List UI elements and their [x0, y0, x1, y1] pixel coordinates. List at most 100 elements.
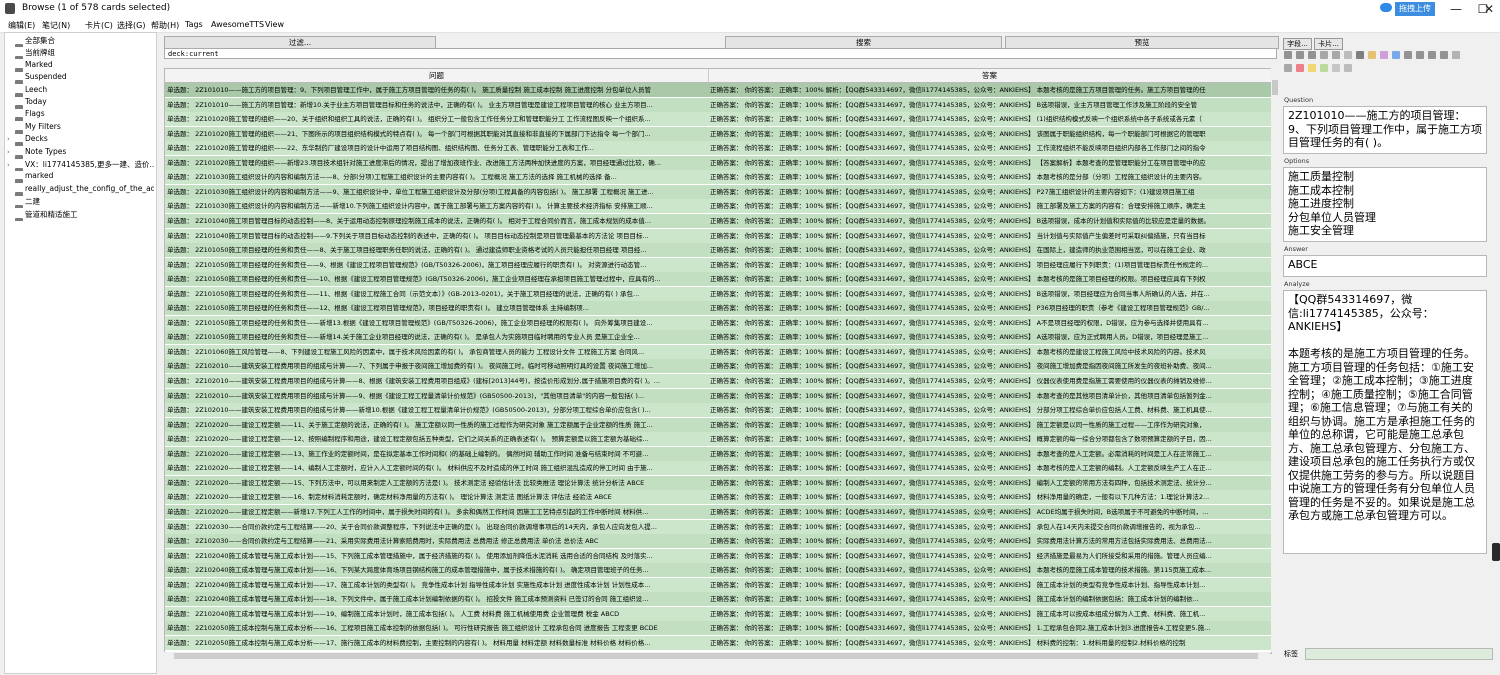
cards-button[interactable]: 卡片... [1314, 38, 1343, 50]
table-row[interactable]: 单选题： 2Z101040施工项目管理目标的动态控制——8、关于运用动态控制原理… [165, 213, 1271, 229]
eraser-icon[interactable] [1344, 51, 1352, 59]
sidebar-item[interactable]: heart-iconMy Filters [7, 122, 154, 134]
menu-tags[interactable]: Tags [185, 20, 203, 29]
menu-help[interactable]: 帮助(H) [151, 20, 179, 31]
italic-icon[interactable] [1296, 51, 1304, 59]
math-icon[interactable] [1428, 51, 1436, 59]
highlight-icon[interactable] [1368, 51, 1376, 59]
table-row[interactable]: 单选题： 2Z102020——建设工程定额——14、编制人工定额时，应计入人工定… [165, 461, 1271, 477]
table-row[interactable]: 单选题： 2Z101010——施工方的项目管理：9、下列项目管理工作中，属于施工… [165, 83, 1271, 98]
table-row[interactable]: 单选题： 2Z102020——建设工程定额——11、关于施工定额的说法，正确的有… [165, 417, 1271, 433]
outer-scroll-handle[interactable] [1492, 543, 1500, 561]
sidebar-item[interactable]: tag-iconLeech [7, 85, 154, 97]
menu-cards[interactable]: 卡片(C) [85, 20, 113, 31]
table-row[interactable]: 单选题： 2Z101040施工项目管理目标的动态控制——9.下列关于项目目标动态… [165, 228, 1271, 244]
sidebar-item[interactable]: ›tag-iconVX：li1774145385,更多一建、造价... [7, 159, 154, 171]
card-table[interactable]: 问题 答案 单选题： 2Z101010——施工方的项目管理：9、下列项目管理工作… [164, 68, 1272, 654]
scroll-thumb[interactable] [174, 653, 1258, 659]
table-row[interactable]: 单选题： 2Z101020施工管理的组织——22、东华制药厂建设项目的设计中运用… [165, 141, 1271, 157]
table-row[interactable]: 单选题： 2Z102040施工成本管理与施工成本计划——15、下列施工成本管理措… [165, 548, 1271, 564]
more-icon[interactable] [1344, 64, 1352, 72]
table-row[interactable]: 单选题： 2Z101050施工项目经理的任务和责任——11、根据《建设工程施工合… [165, 286, 1271, 302]
superscript-icon[interactable] [1320, 51, 1328, 59]
table-row[interactable]: 单选题： 2Z102010——建筑安装工程费用项目的组成与计算——7、下列属于申… [165, 359, 1271, 375]
color-c-icon[interactable] [1320, 64, 1328, 72]
sidebar-item[interactable]: tag-iconreally_adjust_the_config_of_the_… [7, 184, 154, 196]
text-color-icon[interactable] [1356, 51, 1364, 59]
record-icon[interactable] [1416, 51, 1424, 59]
expand-arrow-icon[interactable]: › [7, 148, 15, 156]
table-row[interactable]: 单选题： 2Z102030——合同价款约定与工程结算——20、关于合同价款调整程… [165, 519, 1271, 535]
table-row[interactable]: 单选题： 2Z102020——建设工程定额——12、按照编制程序和用途，建设工程… [165, 432, 1271, 448]
table-row[interactable]: 单选题： 2Z102020——建设工程定额——新增17.下列工人工作的时间中，属… [165, 504, 1271, 520]
bold-icon[interactable] [1284, 51, 1292, 59]
column-header-answer[interactable]: 答案 [708, 69, 1271, 82]
sidebar-item[interactable]: tag-icon管道和精适施工 [7, 209, 154, 221]
table-row[interactable]: 单选题： 2Z102010——建筑安装工程费用项目的组成与计算——9、根据《建设… [165, 388, 1271, 404]
table-row[interactable]: 单选题： 2Z101060施工风险管理——8、下列建设工程施工风险的因素中，属于… [165, 344, 1271, 360]
menu-view[interactable]: View [265, 20, 284, 29]
sidebar-item[interactable]: deck-icon当前牌组 [7, 47, 154, 60]
search-input[interactable]: deck:current [164, 48, 1277, 59]
table-row[interactable]: 单选题： 2Z101030施工组织设计的内容和编制方法——9、施工组织设计中，单… [165, 184, 1271, 200]
analyze-field[interactable]: 【QQ群543314697，微信:li1774145385，公众号：ANKIEH… [1283, 290, 1487, 554]
answer-field[interactable]: ABCE [1283, 255, 1487, 277]
table-row[interactable]: 单选题： 2Z101050施工项目经理的任务和责任——9、根据《建设工程项目管理… [165, 257, 1271, 273]
close-button[interactable]: ✕ [1478, 0, 1500, 18]
sidebar-item[interactable]: tag-iconMarked [7, 60, 154, 72]
column-header-question[interactable]: 问题 [165, 69, 709, 82]
menu-edit[interactable]: 编辑(E) [8, 20, 35, 31]
sidebar-item[interactable]: ›note-type-iconNote Types [7, 147, 154, 159]
underline-icon[interactable] [1308, 51, 1316, 59]
table-row[interactable]: 单选题： 2Z101030施工组织设计的内容和编制方法——8、分部(分项)工程施… [165, 170, 1271, 186]
color-b-icon[interactable] [1308, 64, 1316, 72]
html-icon[interactable] [1440, 51, 1448, 59]
table-row[interactable]: 单选题： 2Z101020施工管理的组织——21、下图所示的项目组织结构模式的特… [165, 126, 1271, 142]
subscript-icon[interactable] [1332, 51, 1340, 59]
table-row[interactable]: 单选题： 2Z102010——建筑安装工程费用项目的组成与计算——新增10.根据… [165, 403, 1271, 419]
table-row[interactable]: 单选题： 2Z102040施工成本管理与施工成本计划——19、编制施工成本计划时… [165, 606, 1271, 622]
table-row[interactable]: 单选题： 2Z101050施工项目经理的任务和责任——新增14.关于施工企业项目… [165, 330, 1271, 346]
table-row[interactable]: 单选题： 2Z101030施工组织设计的内容和编制方法——新增10.下列施工组织… [165, 199, 1271, 215]
scroll-thumb[interactable] [1272, 80, 1278, 95]
table-row[interactable]: 单选题： 2Z102040施工成本管理与施工成本计划——18、下列文件中，属于施… [165, 592, 1271, 608]
list-icon[interactable] [1284, 64, 1292, 72]
table-row[interactable]: 单选题： 2Z101050施工项目经理的任务和责任——10、根据《建设工程项目管… [165, 272, 1271, 288]
table-vertical-scrollbar[interactable] [1271, 68, 1279, 652]
table-row[interactable]: 单选题： 2Z102010——建筑安装工程费用项目的组成与计算——8、根据《建筑… [165, 374, 1271, 389]
attach-icon[interactable] [1404, 51, 1412, 59]
clear-format-icon[interactable] [1380, 51, 1388, 59]
fields-button[interactable]: 字段... [1283, 38, 1312, 50]
table-row[interactable]: 单选题： 2Z101020施工管理的组织——20、关于组织和组织工具的说法，正确… [165, 112, 1271, 128]
upload-button[interactable]: 拖拽上传 [1395, 2, 1435, 16]
sidebar-item[interactable]: tag-iconmarked [7, 171, 154, 184]
minimize-button[interactable]: — [1442, 0, 1470, 18]
sidebar-item[interactable]: flag-iconFlags [7, 109, 154, 122]
sidebar-item[interactable]: tag-icon二建 [7, 196, 154, 209]
table-row[interactable]: 单选题： 2Z102030——合同价款约定与工程结算——21、采用实际费用法计算… [165, 534, 1271, 550]
table-row[interactable]: 单选题： 2Z101020施工管理的组织——新增23.项目技术组针对施工进度滞后… [165, 155, 1271, 171]
tags-input[interactable] [1305, 648, 1493, 660]
table-row[interactable]: 单选题： 2Z102050施工成本控制与施工成本分析——16、工程项目施工成本控… [165, 621, 1271, 637]
table-row[interactable]: 单选题： 2Z101050施工项目经理的任务和责任——8、关于施工项目经理职务任… [165, 243, 1271, 259]
table-horizontal-scrollbar[interactable] [164, 652, 1270, 660]
table-row[interactable]: 单选题： 2Z102020——建设工程定额——13、施工作业的定额时间，是在拟定… [165, 446, 1271, 462]
table-row[interactable]: 单选题： 2Z102020——建设工程定额——16、制定材料消耗定额时，确定材料… [165, 490, 1271, 506]
expand-arrow-icon[interactable]: › [7, 161, 15, 169]
sidebar-item[interactable]: clock-iconToday [7, 97, 154, 109]
color-a-icon[interactable] [1296, 64, 1304, 72]
menu-notes[interactable]: 笔记(N) [42, 20, 70, 31]
cloze-icon[interactable] [1392, 51, 1400, 59]
table-row[interactable]: 单选题： 2Z102040施工成本管理与施工成本计划——17、施工成本计划的类型… [165, 577, 1271, 593]
table-row[interactable]: 单选题： 2Z101050施工项目经理的任务和责任——新增13.根据《建设工程项… [165, 315, 1271, 331]
menu-select[interactable]: 选择(G) [117, 20, 145, 31]
sidebar-item[interactable]: ›deck-iconDecks [7, 134, 154, 147]
table-row[interactable]: 单选题： 2Z101050施工项目经理的任务和责任——12、根据《建设工程项目管… [165, 301, 1271, 317]
menu-awesometts[interactable]: AwesomeTTS [211, 20, 264, 29]
table-row[interactable]: 单选题： 2Z102040施工成本管理与施工成本计划——16、下列某大跨度体育场… [165, 563, 1271, 579]
table-icon[interactable] [1452, 51, 1460, 59]
expand-arrow-icon[interactable]: › [7, 135, 15, 143]
options-field[interactable]: 施工质量控制 施工成本控制 施工进度控制 分包单位人员管理 施工安全管理 [1283, 167, 1487, 242]
color-d-icon[interactable] [1332, 64, 1340, 72]
sidebar-item[interactable]: tag-iconSuspended [7, 72, 154, 85]
